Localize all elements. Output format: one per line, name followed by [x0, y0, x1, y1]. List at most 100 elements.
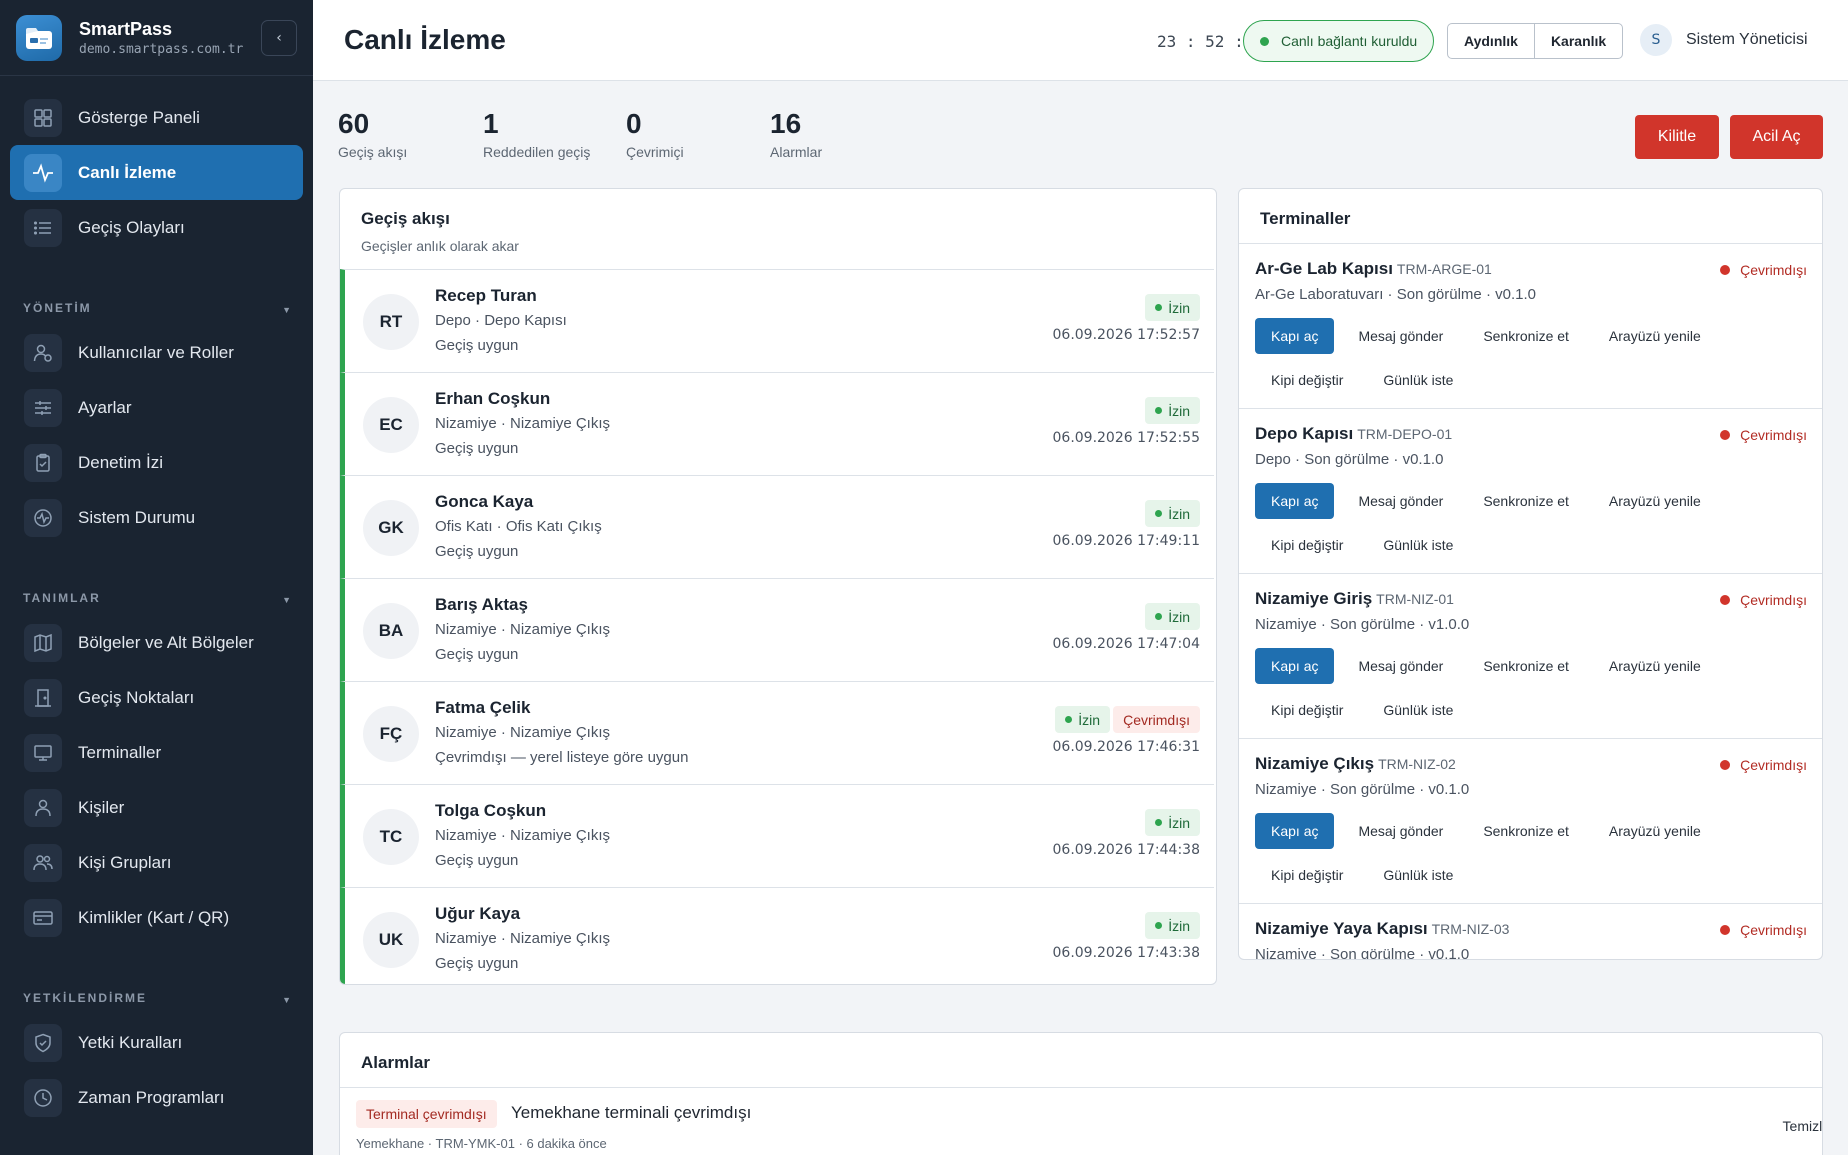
send-message-button[interactable]: Mesaj gönder: [1342, 483, 1459, 519]
timestamp: 06.09.2026 17:52:57: [1052, 327, 1201, 343]
terminal-status: Çevrimdışı: [1720, 922, 1807, 938]
sidebar-item-credentials[interactable]: Kimlikler (Kart / QR): [10, 890, 303, 945]
users-roles-icon: [24, 333, 62, 372]
lock-button[interactable]: Kilitle: [1635, 115, 1719, 159]
feed-item[interactable]: RT Recep Turan Depo · Depo Kapısı Geçiş …: [340, 269, 1214, 373]
sidebar-section-authorization[interactable]: YETKİLENDİRME ▼: [0, 965, 313, 1015]
sidebar-item-audit-trail[interactable]: Denetim İzi: [10, 435, 303, 490]
open-door-button[interactable]: Kapı aç: [1255, 813, 1335, 849]
person-name: Erhan Coşkun: [435, 389, 551, 408]
request-log-button[interactable]: Günlük iste: [1367, 692, 1469, 728]
request-log-button[interactable]: Günlük iste: [1367, 362, 1469, 398]
feed-item[interactable]: FÇ Fatma Çelik Nizamiye · Nizamiye Çıkış…: [340, 681, 1214, 785]
sidebar-section-definitions[interactable]: TANIMLAR ▼: [0, 565, 313, 615]
theme-dark-button[interactable]: Karanlık: [1533, 24, 1622, 58]
theme-light-button[interactable]: Aydınlık: [1448, 24, 1534, 58]
status-dot-icon: [1720, 430, 1731, 440]
change-mode-button[interactable]: Kipi değiştir: [1255, 527, 1359, 563]
badge-text: İzin: [1078, 711, 1101, 728]
sidebar-item-person-groups[interactable]: Kişi Grupları: [10, 835, 303, 890]
sidebar-item-settings[interactable]: Ayarlar: [10, 380, 303, 435]
caret-down-icon: ▼: [282, 995, 291, 1005]
person-name: Fatma Çelik: [435, 698, 531, 717]
feed-item[interactable]: EC Erhan Coşkun Nizamiye · Nizamiye Çıkı…: [340, 372, 1214, 476]
person-name: Recep Turan: [435, 286, 537, 305]
sync-button[interactable]: Senkronize et: [1467, 813, 1585, 849]
change-mode-button[interactable]: Kipi değiştir: [1255, 857, 1359, 893]
avatar: UK: [363, 912, 419, 968]
open-door-button[interactable]: Kapı aç: [1255, 648, 1335, 684]
sidebar-item-access-events[interactable]: Geçiş Olayları: [10, 200, 303, 255]
sidebar-section-management[interactable]: YÖNETİM ▼: [0, 275, 313, 325]
panel-subtitle: Geçişler anlık olarak akar: [361, 238, 519, 254]
status-dot-icon: [1155, 819, 1163, 826]
user-menu[interactable]: S Sistem Yöneticisi: [1640, 24, 1808, 56]
section-title: YETKİLENDİRME: [23, 991, 148, 1005]
badge-text: İzin: [1168, 917, 1190, 934]
sidebar-item-authorization-rules[interactable]: Yetki Kuralları: [10, 1015, 303, 1070]
clear-alarm-button[interactable]: Temizle: [1783, 1118, 1822, 1134]
avatar: GK: [363, 500, 419, 556]
status-badge: İzin: [1055, 706, 1111, 733]
request-log-button[interactable]: Günlük iste: [1367, 527, 1469, 563]
emergency-open-button[interactable]: Acil Aç: [1730, 115, 1823, 159]
sidebar-collapse-button[interactable]: ‹: [261, 19, 297, 56]
open-door-button[interactable]: Kapı aç: [1255, 483, 1335, 519]
sidebar-item-persons[interactable]: Kişiler: [10, 780, 303, 835]
terminal-code: TRM-ARGE-01: [1396, 261, 1492, 277]
sidebar-item-time-schedules[interactable]: Zaman Programları: [10, 1070, 303, 1125]
sidebar-item-label: Gösterge Paneli: [78, 107, 200, 127]
access-feed-panel: Geçiş akışı Geçişler anlık olarak akar R…: [339, 188, 1217, 985]
avatar: FÇ: [363, 706, 419, 762]
open-door-button[interactable]: Kapı aç: [1255, 318, 1335, 354]
terminal-meta: Nizamiye · Son görülme · v0.1.0: [1255, 946, 1470, 960]
request-log-button[interactable]: Günlük iste: [1367, 857, 1469, 893]
access-location: Nizamiye · Nizamiye Çıkış: [435, 415, 611, 432]
shield-icon: [24, 1023, 62, 1062]
send-message-button[interactable]: Mesaj gönder: [1342, 318, 1459, 354]
terminal-card: Nizamiye Yaya Kapısı TRM-NIZ-03 Çevrimdış…: [1239, 903, 1822, 960]
feed-item[interactable]: BA Barış Aktaş Nizamiye · Nizamiye Çıkış…: [340, 578, 1214, 682]
access-note: Çevrimdışı — yerel listeye göre uygun: [435, 749, 689, 766]
terminal-meta: Depo · Son görülme · v0.1.0: [1255, 451, 1444, 468]
status-badge: İzin: [1145, 603, 1200, 630]
sidebar-item-live-monitoring[interactable]: Canlı İzleme: [10, 145, 303, 200]
change-mode-button[interactable]: Kipi değiştir: [1255, 362, 1359, 398]
card-icon: [24, 898, 62, 937]
refresh-ui-button[interactable]: Arayüzü yenile: [1593, 483, 1717, 519]
terminal-name: Depo Kapısı: [1255, 424, 1354, 443]
sidebar-item-regions[interactable]: Bölgeler ve Alt Bölgeler: [10, 615, 303, 670]
sidebar-item-users-roles[interactable]: Kullanıcılar ve Roller: [10, 325, 303, 380]
refresh-ui-button[interactable]: Arayüzü yenile: [1593, 648, 1717, 684]
feed-item[interactable]: TC Tolga Coşkun Nizamiye · Nizamiye Çıkı…: [340, 784, 1214, 888]
refresh-ui-button[interactable]: Arayüzü yenile: [1593, 318, 1717, 354]
sidebar-item-access-points[interactable]: Geçiş Noktaları: [10, 670, 303, 725]
panel-title: Geçiş akışı: [361, 209, 450, 228]
map-icon: [24, 623, 62, 662]
alarms-panel: Alarmlar Terminal çevrimdışı Yemekhane t…: [339, 1032, 1823, 1155]
sync-button[interactable]: Senkronize et: [1467, 318, 1585, 354]
terminal-code: TRM-NIZ-02: [1378, 756, 1456, 772]
status-dot-icon: [1155, 613, 1163, 620]
sidebar-item-dashboard[interactable]: Gösterge Paneli: [10, 90, 303, 145]
sidebar-item-label: Geçiş Olayları: [78, 217, 185, 237]
feed-item[interactable]: GK Gonca Kaya Ofis Katı · Ofis Katı Çıkı…: [340, 475, 1214, 579]
send-message-button[interactable]: Mesaj gönder: [1342, 813, 1459, 849]
alarm-message: Yemekhane terminali çevrimdışı: [511, 1103, 752, 1122]
refresh-ui-button[interactable]: Arayüzü yenile: [1593, 813, 1717, 849]
activity-icon: [24, 153, 62, 192]
terminal-code: TRM-NIZ-01: [1376, 591, 1454, 607]
sidebar-item-system-status[interactable]: Sistem Durumu: [10, 490, 303, 545]
access-location: Nizamiye · Nizamiye Çıkış: [435, 621, 611, 638]
clipboard-icon: [24, 443, 62, 482]
change-mode-button[interactable]: Kipi değiştir: [1255, 692, 1359, 728]
sidebar-item-terminals[interactable]: Terminaller: [10, 725, 303, 780]
status-dot-icon: [1155, 304, 1163, 311]
sync-button[interactable]: Senkronize et: [1467, 483, 1585, 519]
page-title: Canlı İzleme: [344, 24, 506, 55]
terminal-name: Ar-Ge Lab Kapısı: [1255, 259, 1393, 278]
sync-button[interactable]: Senkronize et: [1467, 648, 1585, 684]
person-icon: [24, 788, 62, 827]
send-message-button[interactable]: Mesaj gönder: [1342, 648, 1459, 684]
feed-item[interactable]: UK Uğur Kaya Nizamiye · Nizamiye Çıkış G…: [340, 887, 1214, 984]
